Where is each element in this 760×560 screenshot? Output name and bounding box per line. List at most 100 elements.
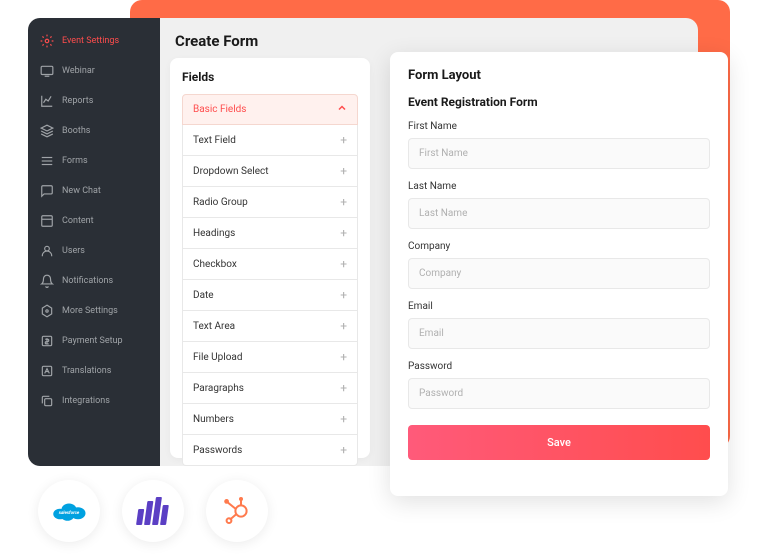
field-type-label: Numbers (193, 414, 234, 425)
sidebar-item-payment-setup[interactable]: Payment Setup (28, 326, 160, 356)
sidebar-item-translations[interactable]: Translations (28, 356, 160, 386)
sidebar-item-label: Webinar (62, 66, 95, 76)
plus-icon: + (340, 319, 347, 333)
sidebar-item-notifications[interactable]: Notifications (28, 266, 160, 296)
field-type-label: File Upload (193, 352, 243, 363)
field-type-numbers[interactable]: Numbers + (182, 404, 358, 435)
sidebar-item-label: Payment Setup (62, 336, 123, 346)
stack-icon (40, 394, 54, 408)
form-layout-panel: Form Layout Event Registration Form Firs… (390, 52, 728, 496)
sidebar-item-label: Booths (62, 126, 90, 136)
form-field-email: Email (408, 301, 710, 349)
sidebar-item-label: Reports (62, 96, 93, 106)
bell-icon (40, 274, 54, 288)
dollar-icon (40, 334, 54, 348)
field-type-label: Dropdown Select (193, 166, 269, 177)
field-type-dropdown-select[interactable]: Dropdown Select + (182, 156, 358, 187)
sidebar-item-event-settings[interactable]: Event Settings (28, 26, 160, 56)
first-name-input[interactable] (408, 138, 710, 169)
plus-icon: + (340, 443, 347, 457)
company-input[interactable] (408, 258, 710, 289)
fields-panel: Fields Basic Fields Text Field+Dropdown … (170, 58, 370, 458)
purple-bars-logo (122, 480, 184, 542)
gear-icon (40, 34, 54, 48)
page-title: Create Form (175, 32, 258, 50)
field-type-label: Passwords (193, 445, 242, 456)
plus-icon: + (340, 412, 347, 426)
save-button[interactable]: Save (408, 425, 710, 460)
field-type-label: Headings (193, 228, 235, 239)
chevron-up-icon (337, 103, 347, 116)
field-type-text-field[interactable]: Text Field + (182, 125, 358, 156)
field-type-file-upload[interactable]: File Upload + (182, 342, 358, 373)
field-type-text-area[interactable]: Text Area + (182, 311, 358, 342)
form-field-first-name: First Name (408, 121, 710, 169)
sidebar-item-label: Integrations (62, 396, 110, 406)
chart-icon (40, 94, 54, 108)
field-group-label: Basic Fields (193, 104, 246, 115)
sidebar-item-users[interactable]: Users (28, 236, 160, 266)
sidebar-item-label: Forms (62, 156, 88, 166)
forms-icon (40, 154, 54, 168)
form-field-company: Company (408, 241, 710, 289)
field-type-label: Date (193, 290, 214, 301)
sidebar-item-content[interactable]: Content (28, 206, 160, 236)
form-label: Password (408, 361, 710, 372)
sidebar-item-integrations[interactable]: Integrations (28, 386, 160, 416)
sidebar-item-webinar[interactable]: Webinar (28, 56, 160, 86)
field-type-checkbox[interactable]: Checkbox+ (182, 249, 358, 280)
sidebar-item-label: Users (62, 246, 85, 256)
bars-icon (136, 497, 170, 525)
sidebar-item-label: New Chat (62, 186, 101, 196)
form-field-last-name: Last Name (408, 181, 710, 229)
field-type-label: Text Area (193, 321, 235, 332)
translate-icon (40, 364, 54, 378)
last-name-input[interactable] (408, 198, 710, 229)
form-label: Company (408, 241, 710, 252)
sidebar-item-label: Notifications (62, 276, 113, 286)
content-icon (40, 214, 54, 228)
sidebar-item-label: Content (62, 216, 94, 226)
field-type-passwords[interactable]: Passwords + (182, 435, 358, 466)
field-type-date[interactable]: Date + (182, 280, 358, 311)
form-title: Event Registration Form (408, 95, 710, 109)
user-icon (40, 244, 54, 258)
field-type-radio-group[interactable]: Radio Group + (182, 187, 358, 218)
salesforce-logo: salesforce (38, 480, 100, 542)
basic-fields-group-header[interactable]: Basic Fields (182, 94, 358, 125)
form-label: Email (408, 301, 710, 312)
field-type-label: Text Field (193, 135, 236, 146)
sidebar-item-more-settings[interactable]: More Settings (28, 296, 160, 326)
email-input[interactable] (408, 318, 710, 349)
form-field-password: Password (408, 361, 710, 409)
form-layout-header: Form Layout (408, 68, 710, 83)
monitor-icon (40, 64, 54, 78)
sidebar-item-booths[interactable]: Booths (28, 116, 160, 146)
integration-logos: salesforce (38, 480, 268, 542)
cube-icon (40, 124, 54, 138)
plus-icon: + (340, 164, 347, 178)
field-type-headings[interactable]: Headings + (182, 218, 358, 249)
password-input[interactable] (408, 378, 710, 409)
sidebar-item-label: Translations (62, 366, 111, 376)
chat-icon (40, 184, 54, 198)
field-type-label: Radio Group (193, 197, 248, 208)
field-type-paragraphs[interactable]: Paragraphs + (182, 373, 358, 404)
plus-icon: + (340, 350, 347, 364)
fields-panel-header: Fields (182, 70, 358, 84)
field-type-label: Paragraphs (193, 383, 244, 394)
form-label: Last Name (408, 181, 710, 192)
sidebar-item-label: More Settings (62, 306, 118, 316)
plus-icon: + (340, 288, 347, 302)
plus-icon: + (340, 381, 347, 395)
sidebar-item-label: Event Settings (62, 36, 119, 46)
sidebar-item-forms[interactable]: Forms (28, 146, 160, 176)
plus-icon: + (340, 195, 347, 209)
sidebar-item-new-chat[interactable]: New Chat (28, 176, 160, 206)
hubspot-logo (206, 480, 268, 542)
plus-icon: + (340, 226, 347, 240)
sidebar-item-reports[interactable]: Reports (28, 86, 160, 116)
plus-icon: + (340, 133, 347, 147)
form-label: First Name (408, 121, 710, 132)
sidebar: Event Settings Webinar Reports Booths Forms N… (28, 18, 160, 466)
